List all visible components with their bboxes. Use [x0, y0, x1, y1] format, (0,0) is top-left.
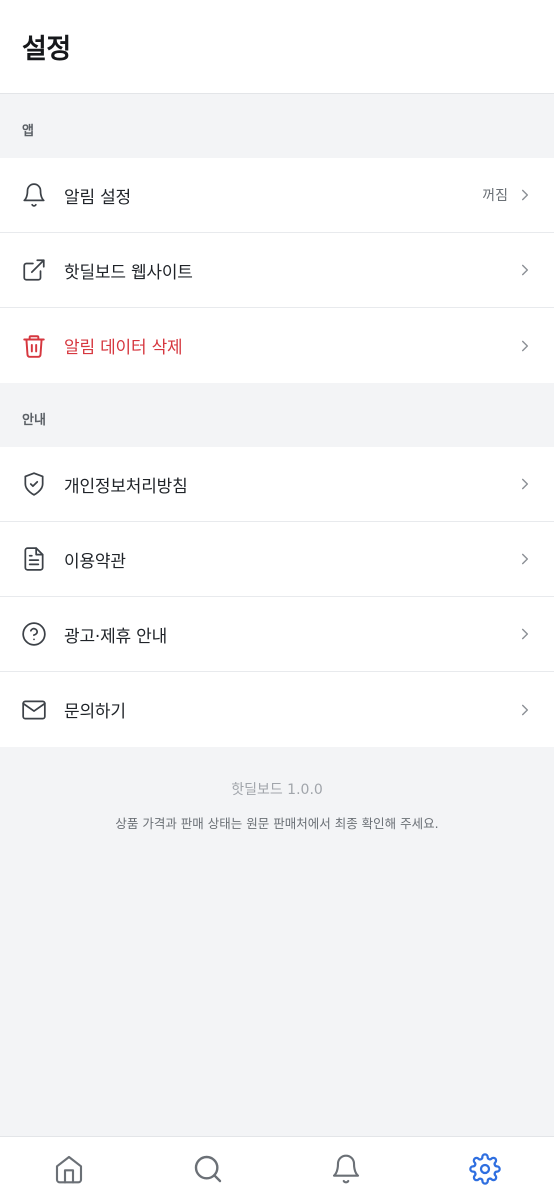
settings-screen: 설정 앱 알림 설정 꺼짐 핫딜보드 웹사이트 알림 데이터 삭제 안내 개인정…: [0, 0, 554, 1200]
page-header: 설정: [0, 0, 554, 94]
row-label: 광고·제휴 안내: [64, 626, 168, 647]
chevron-right-icon: [518, 703, 532, 717]
mail-icon: [21, 697, 47, 723]
tab-notifications[interactable]: [301, 1153, 391, 1200]
row-label: 이용약관: [64, 551, 126, 572]
chevron-right-icon: [518, 339, 532, 353]
chevron-right-icon: [518, 263, 532, 277]
trash-icon: [21, 333, 47, 359]
search-icon: [192, 1153, 224, 1189]
row-label: 개인정보처리방침: [64, 476, 188, 497]
home-icon: [53, 1153, 85, 1189]
help-circle-icon: [21, 621, 47, 647]
settings-group-app: 알림 설정 꺼짐 핫딜보드 웹사이트 알림 데이터 삭제: [0, 158, 554, 383]
tab-search[interactable]: [163, 1153, 253, 1200]
tab-home[interactable]: [24, 1153, 114, 1200]
shield-check-icon: [21, 471, 47, 497]
gear-icon: [469, 1153, 501, 1189]
row-label: 핫딜보드 웹사이트: [64, 262, 193, 283]
app-version: 핫딜보드 1.0.0: [231, 782, 323, 798]
row-privacy-policy[interactable]: 개인정보처리방침: [0, 447, 554, 522]
row-label: 알림 설정: [64, 187, 131, 208]
row-notification-settings[interactable]: 알림 설정 꺼짐: [0, 158, 554, 233]
section-label-info: 안내: [22, 412, 46, 428]
bell-icon: [330, 1153, 362, 1189]
row-terms[interactable]: 이용약관: [0, 522, 554, 597]
document-icon: [21, 546, 47, 572]
app-info: 핫딜보드 1.0.0 상품 가격과 판매 상태는 원문 판매처에서 최종 확인해…: [0, 747, 554, 832]
page-title: 설정: [22, 34, 71, 65]
bottom-tab-bar: [0, 1136, 554, 1200]
row-contact[interactable]: 문의하기: [0, 672, 554, 747]
row-value: 꺼짐: [482, 188, 508, 204]
row-delete-notification-data[interactable]: 알림 데이터 삭제: [0, 308, 554, 383]
settings-group-info: 개인정보처리방침 이용약관 광고·제휴 안내 문의하기: [0, 447, 554, 747]
tab-settings[interactable]: [440, 1153, 530, 1200]
section-label-app: 앱: [22, 123, 34, 139]
chevron-right-icon: [518, 477, 532, 491]
row-label: 문의하기: [64, 702, 126, 722]
price-notice: 상품 가격과 판매 상태는 원문 판매처에서 최종 확인해 주세요.: [115, 816, 439, 831]
chevron-right-icon: [518, 627, 532, 641]
chevron-right-icon: [518, 188, 532, 202]
bell-icon: [21, 182, 47, 208]
row-label: 알림 데이터 삭제: [64, 338, 183, 358]
row-ads-partnership[interactable]: 광고·제휴 안내: [0, 597, 554, 672]
external-link-icon: [21, 257, 47, 283]
row-website[interactable]: 핫딜보드 웹사이트: [0, 233, 554, 308]
chevron-right-icon: [518, 552, 532, 566]
